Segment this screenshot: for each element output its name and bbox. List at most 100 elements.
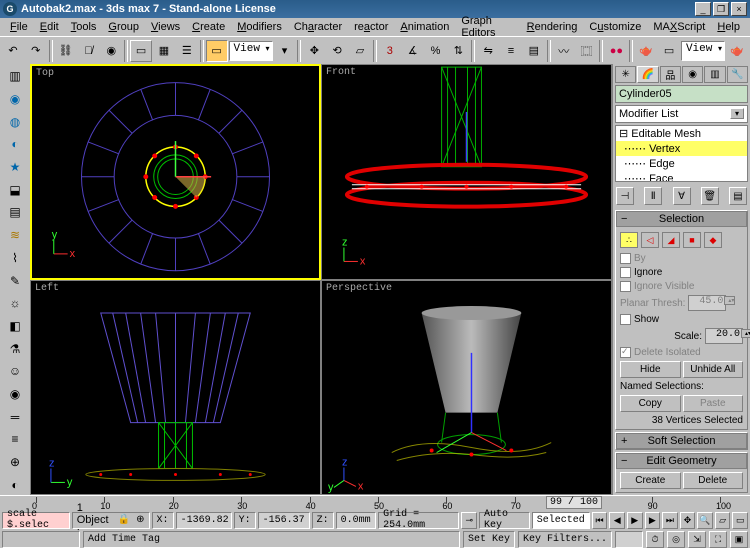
planar-thresh-spinner[interactable]: 45.0 (688, 295, 726, 311)
scale-spinner[interactable]: 20.0 (705, 328, 743, 344)
y-coord-field[interactable]: -156.37 (258, 512, 310, 529)
select-icon[interactable]: ▭ (130, 40, 152, 62)
set-key-button[interactable]: Set Key (463, 531, 515, 548)
align-icon[interactable]: ≡ (500, 40, 522, 62)
material-editor-icon[interactable]: ●● (605, 40, 627, 62)
selection-rollout-header[interactable]: Selection (616, 211, 747, 227)
menu-animation[interactable]: Animation (394, 20, 455, 34)
menu-group[interactable]: Group (102, 20, 145, 34)
quick-render-icon[interactable]: ▭ (658, 40, 680, 62)
key-filter-dropdown[interactable]: Selected (532, 512, 590, 529)
render-preset-dropdown[interactable]: View (681, 41, 725, 61)
curve-editor-icon[interactable]: 〰 (553, 40, 575, 62)
z-coord-field[interactable]: 0.0mm (336, 512, 377, 529)
delete-isolated-checkbox[interactable] (620, 347, 631, 358)
spinner-snap-icon[interactable]: ⇅ (447, 40, 469, 62)
shapes-icon[interactable]: ★ (3, 157, 27, 178)
menu-customize[interactable]: Customize (583, 20, 647, 34)
configure-sets-icon[interactable]: ▤ (729, 187, 747, 205)
create-tab-icon[interactable]: ✳ (615, 66, 636, 83)
object-name-field[interactable]: Cylinder05 (615, 85, 748, 103)
menu-create[interactable]: Create (186, 20, 231, 34)
light-icon[interactable]: ◐ (3, 134, 27, 155)
nav-pan-icon[interactable]: ✥ (680, 512, 696, 529)
make-unique-icon[interactable]: ∀ (673, 187, 691, 205)
copy-button[interactable]: Copy (620, 395, 681, 412)
stack-root[interactable]: ⊟ Editable Mesh (616, 126, 747, 141)
helpers-icon[interactable]: ✎ (3, 270, 27, 291)
menu-character[interactable]: Character (288, 20, 348, 34)
layers-icon[interactable]: ▤ (523, 40, 545, 62)
stack-face[interactable]: ⋯⋯ Face (616, 171, 747, 182)
sel-element-icon[interactable]: ◆ (704, 232, 722, 248)
nav-walk-icon[interactable]: ⇲ (688, 531, 706, 548)
next-frame-icon[interactable]: ▶ (645, 512, 661, 529)
scale-icon[interactable]: ▱ (349, 40, 371, 62)
goto-start-icon[interactable]: ⏮ (592, 512, 608, 529)
by-checkbox[interactable] (620, 253, 631, 264)
nav-fov-icon[interactable]: ▱ (715, 512, 731, 529)
reference-coord-dropdown[interactable]: View (229, 41, 273, 61)
viewport-left[interactable]: Left y z (30, 280, 321, 496)
hide-button[interactable]: Hide (620, 361, 681, 378)
soft-selection-header[interactable]: Soft Selection (616, 433, 747, 449)
rotate-icon[interactable]: ⟲ (326, 40, 348, 62)
show-end-result-icon[interactable]: Ⅱ (644, 187, 662, 205)
menu-help[interactable]: Help (711, 20, 746, 34)
utilities-icon[interactable]: ⊕ (3, 452, 27, 473)
display-tab-icon[interactable]: ▥ (704, 66, 725, 83)
menu-maxscript[interactable]: MAXScript (647, 20, 711, 34)
menu-reactor[interactable]: reactor (348, 20, 394, 34)
undo-icon[interactable]: ↶ (2, 40, 24, 62)
redo-icon[interactable]: ↷ (25, 40, 47, 62)
nav-orbit-icon[interactable]: ◎ (667, 531, 685, 548)
spacewarps-icon[interactable]: ⌇ (3, 248, 27, 269)
prev-frame-icon[interactable]: ◀ (609, 512, 625, 529)
modifier-tool-icon[interactable]: ≡ (3, 429, 27, 450)
show-checkbox[interactable] (620, 314, 631, 325)
close-button[interactable]: × (731, 2, 747, 16)
systems-icon[interactable]: ≋ (3, 225, 27, 246)
maximize-button[interactable]: ❐ (713, 2, 729, 16)
menu-modifiers[interactable]: Modifiers (231, 20, 288, 34)
ignore-checkbox[interactable] (620, 267, 631, 278)
add-time-tag[interactable]: Add Time Tag (83, 531, 460, 548)
named-selection-icon[interactable]: ▾ (274, 40, 296, 62)
nav-zoom-icon[interactable]: 🔍 (697, 512, 713, 529)
menu-tools[interactable]: Tools (65, 20, 103, 34)
modifier-list-dropdown[interactable]: Modifier List (615, 105, 748, 123)
remove-modifier-icon[interactable]: 🗑 (701, 187, 719, 205)
link-icon[interactable]: ⛓ (55, 40, 77, 62)
move-icon[interactable]: ✥ (303, 40, 325, 62)
percent-snap-icon[interactable]: % (425, 40, 447, 62)
sel-polygon-icon[interactable]: ■ (683, 232, 701, 248)
hierarchy-tab-icon[interactable]: 品 (660, 66, 681, 83)
key-mode-icon[interactable]: ⊸ (461, 512, 477, 529)
menu-grapheditors[interactable]: Graph Editors (455, 14, 520, 40)
box-icon[interactable]: ◍ (3, 111, 27, 132)
angle-snap-icon[interactable]: ∡ (402, 40, 424, 62)
nav-maximize-icon[interactable]: ⛶ (709, 531, 727, 548)
select-filter-icon[interactable]: ☰ (176, 40, 198, 62)
create-button[interactable]: Create (620, 472, 681, 489)
edit-geometry-header[interactable]: Edit Geometry (616, 453, 747, 469)
camera-icon[interactable]: ◧ (3, 316, 27, 337)
reactor-tool-icon[interactable]: ═ (3, 406, 27, 427)
sel-face-icon[interactable]: ◢ (662, 232, 680, 248)
unhide-all-button[interactable]: Unhide All (683, 361, 744, 378)
misc-icon[interactable]: ◐ (3, 474, 27, 495)
x-coord-field[interactable]: -1369.82 (176, 512, 232, 529)
current-frame-field[interactable] (615, 531, 643, 548)
particles-icon[interactable]: ▤ (3, 202, 27, 223)
render-icon[interactable]: 🫖 (726, 40, 748, 62)
modify-tab-icon[interactable]: 🌈 (637, 66, 658, 83)
bone-icon[interactable]: ⚗ (3, 338, 27, 359)
utilities-tab-icon[interactable]: 🔧 (727, 66, 748, 83)
biped-icon[interactable]: ☺ (3, 361, 27, 382)
select-region-icon[interactable]: ▦ (153, 40, 175, 62)
minimize-button[interactable]: _ (695, 2, 711, 16)
schematic-icon[interactable]: ⿴ (576, 40, 598, 62)
stack-edge[interactable]: ⋯⋯ Edge (616, 156, 747, 171)
unlink-icon[interactable]: ⛓̸ (78, 40, 100, 62)
listener-input[interactable]: scale $.selec (2, 512, 70, 529)
